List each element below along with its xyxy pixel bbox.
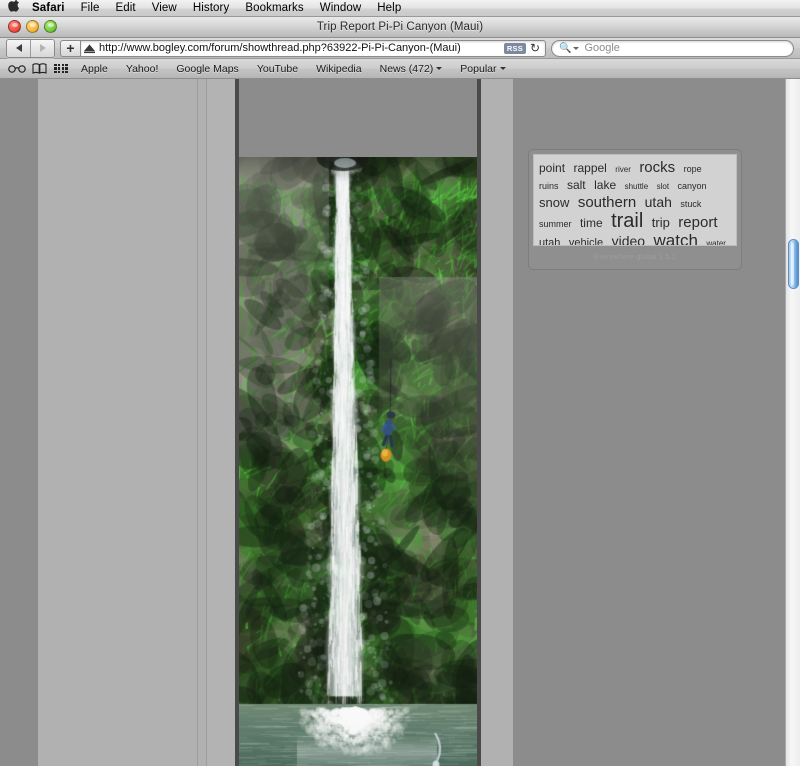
menu-item-bookmarks[interactable]: Bookmarks: [237, 0, 311, 16]
tag-cloud-item[interactable]: snow: [539, 195, 569, 210]
tag-cloud-item[interactable]: summer: [539, 219, 572, 229]
page-body-left-column: [38, 79, 198, 766]
tag-cloud-item[interactable]: watch: [654, 231, 698, 245]
search-input[interactable]: Google: [584, 42, 619, 54]
chevron-down-icon[interactable]: [573, 46, 580, 50]
tag-cloud-item[interactable]: southern: [578, 194, 636, 211]
page-content: point rappel river rocks rope ruins salt…: [0, 79, 800, 766]
mac-menu-bar: Safari File Edit View History Bookmarks …: [0, 0, 800, 17]
chevron-down-icon: [436, 67, 443, 71]
site-favicon-icon: [83, 42, 96, 55]
reader-glasses-icon[interactable]: [6, 60, 28, 78]
back-arrow-icon: [15, 44, 22, 52]
tag-cloud-item[interactable]: salt: [567, 178, 586, 192]
menu-item-edit[interactable]: Edit: [108, 0, 144, 16]
tag-cloud-item[interactable]: report: [678, 214, 717, 231]
navigation-buttons: [6, 38, 55, 58]
tag-cloud-item[interactable]: water: [706, 239, 726, 245]
address-bar-url: http://www.bogley.com/forum/showthread.p…: [99, 42, 461, 54]
reload-icon[interactable]: ↻: [530, 42, 540, 54]
address-bar[interactable]: http://www.bogley.com/forum/showthread.p…: [80, 39, 546, 57]
minimize-button[interactable]: [26, 20, 39, 33]
waterfall-photo-canvas: [239, 157, 477, 766]
vertical-scrollbar[interactable]: [785, 79, 800, 766]
forward-button: [30, 39, 54, 57]
screen: Safari File Edit View History Bookmarks …: [0, 0, 800, 766]
tag-cloud-item[interactable]: trail: [611, 210, 643, 232]
menu-item-history[interactable]: History: [185, 0, 237, 16]
bookmarks-bar: Apple Yahoo! Google Maps YouTube Wikiped…: [0, 59, 800, 79]
menu-item-file[interactable]: File: [73, 0, 108, 16]
tag-cloud-item[interactable]: trip: [652, 215, 670, 230]
bookmark-label: Apple: [81, 62, 108, 75]
bookmark-apple[interactable]: Apple: [72, 60, 117, 78]
search-icon: 🔍: [559, 42, 572, 54]
apple-logo-icon[interactable]: [8, 0, 21, 15]
bookmark-google-maps[interactable]: Google Maps: [167, 60, 247, 78]
scrollbar-thumb[interactable]: [788, 239, 799, 289]
back-button[interactable]: [7, 39, 30, 57]
add-bookmark-button[interactable]: +: [60, 39, 80, 57]
bookmark-youtube[interactable]: YouTube: [248, 60, 307, 78]
post-right-column: [481, 79, 513, 766]
bookmark-label: Popular: [460, 62, 497, 75]
tag-cloud-item[interactable]: utah: [645, 194, 672, 210]
tag-cloud-item[interactable]: rope: [684, 164, 702, 174]
tag-cloud-item[interactable]: vehicle: [569, 237, 603, 245]
tag-cloud-item[interactable]: time: [580, 216, 603, 230]
bookmark-label: YouTube: [256, 62, 299, 75]
tag-cloud-list[interactable]: point rappel river rocks rope ruins salt…: [533, 154, 737, 246]
bookmark-label: News (472): [379, 62, 434, 75]
bookmarks-book-icon[interactable]: [28, 60, 50, 78]
tag-cloud-item[interactable]: rocks: [639, 159, 675, 176]
chevron-down-icon: [499, 67, 506, 71]
search-field[interactable]: 🔍 Google: [551, 39, 794, 57]
tag-cloud-item[interactable]: shuttle: [625, 182, 649, 191]
tag-cloud-widget: point rappel river rocks rope ruins salt…: [528, 149, 742, 270]
bookmark-label: Wikipedia: [316, 62, 362, 75]
post-left-column: [207, 79, 235, 766]
bookmark-news-folder[interactable]: News (472): [371, 60, 452, 78]
bookmark-wikipedia[interactable]: Wikipedia: [307, 60, 371, 78]
tag-cloud-item[interactable]: lake: [594, 178, 616, 192]
page-left-margin: [0, 79, 38, 766]
menu-item-help[interactable]: Help: [369, 0, 409, 16]
tag-cloud-item[interactable]: canyon: [678, 181, 707, 191]
tag-cloud-item[interactable]: video: [612, 233, 645, 245]
bookmark-label: Yahoo!: [125, 62, 159, 75]
menu-item-window[interactable]: Window: [312, 0, 370, 16]
tag-cloud-item[interactable]: rappel: [573, 161, 606, 175]
window-controls: [8, 20, 57, 33]
zoom-button[interactable]: [44, 20, 57, 33]
safari-window: Trip Report Pi-Pi Canyon (Maui) + http:/…: [0, 17, 800, 766]
bookmark-yahoo[interactable]: Yahoo!: [117, 60, 168, 78]
menu-item-view[interactable]: View: [144, 0, 185, 16]
tag-cloud-item[interactable]: utah: [539, 237, 560, 245]
tag-cloud-item[interactable]: slot: [657, 182, 669, 191]
bookmark-label: Google Maps: [176, 62, 239, 75]
bookmark-popular-folder[interactable]: Popular: [451, 60, 514, 78]
tag-cloud-item[interactable]: river: [615, 165, 631, 174]
browser-toolbar: + http://www.bogley.com/forum/showthread…: [0, 38, 800, 59]
close-button[interactable]: [8, 20, 21, 33]
page-divider-column: [198, 79, 207, 766]
tag-cloud-item[interactable]: point: [539, 161, 565, 175]
window-title-bar[interactable]: Trip Report Pi-Pi Canyon (Maui): [0, 17, 800, 38]
rss-badge[interactable]: RSS: [503, 42, 526, 54]
window-title: Trip Report Pi-Pi Canyon (Maui): [316, 21, 484, 33]
top-sites-grid-icon[interactable]: [50, 60, 72, 78]
menu-item-safari[interactable]: Safari: [30, 0, 73, 16]
tag-cloud-item[interactable]: ruins: [539, 181, 559, 191]
tag-cloud-footer: Everywhere global 1.5.1: [594, 254, 676, 261]
waterfall-photo[interactable]: [239, 157, 477, 766]
tag-cloud-item[interactable]: stuck: [680, 199, 701, 209]
forward-arrow-icon: [39, 44, 46, 52]
